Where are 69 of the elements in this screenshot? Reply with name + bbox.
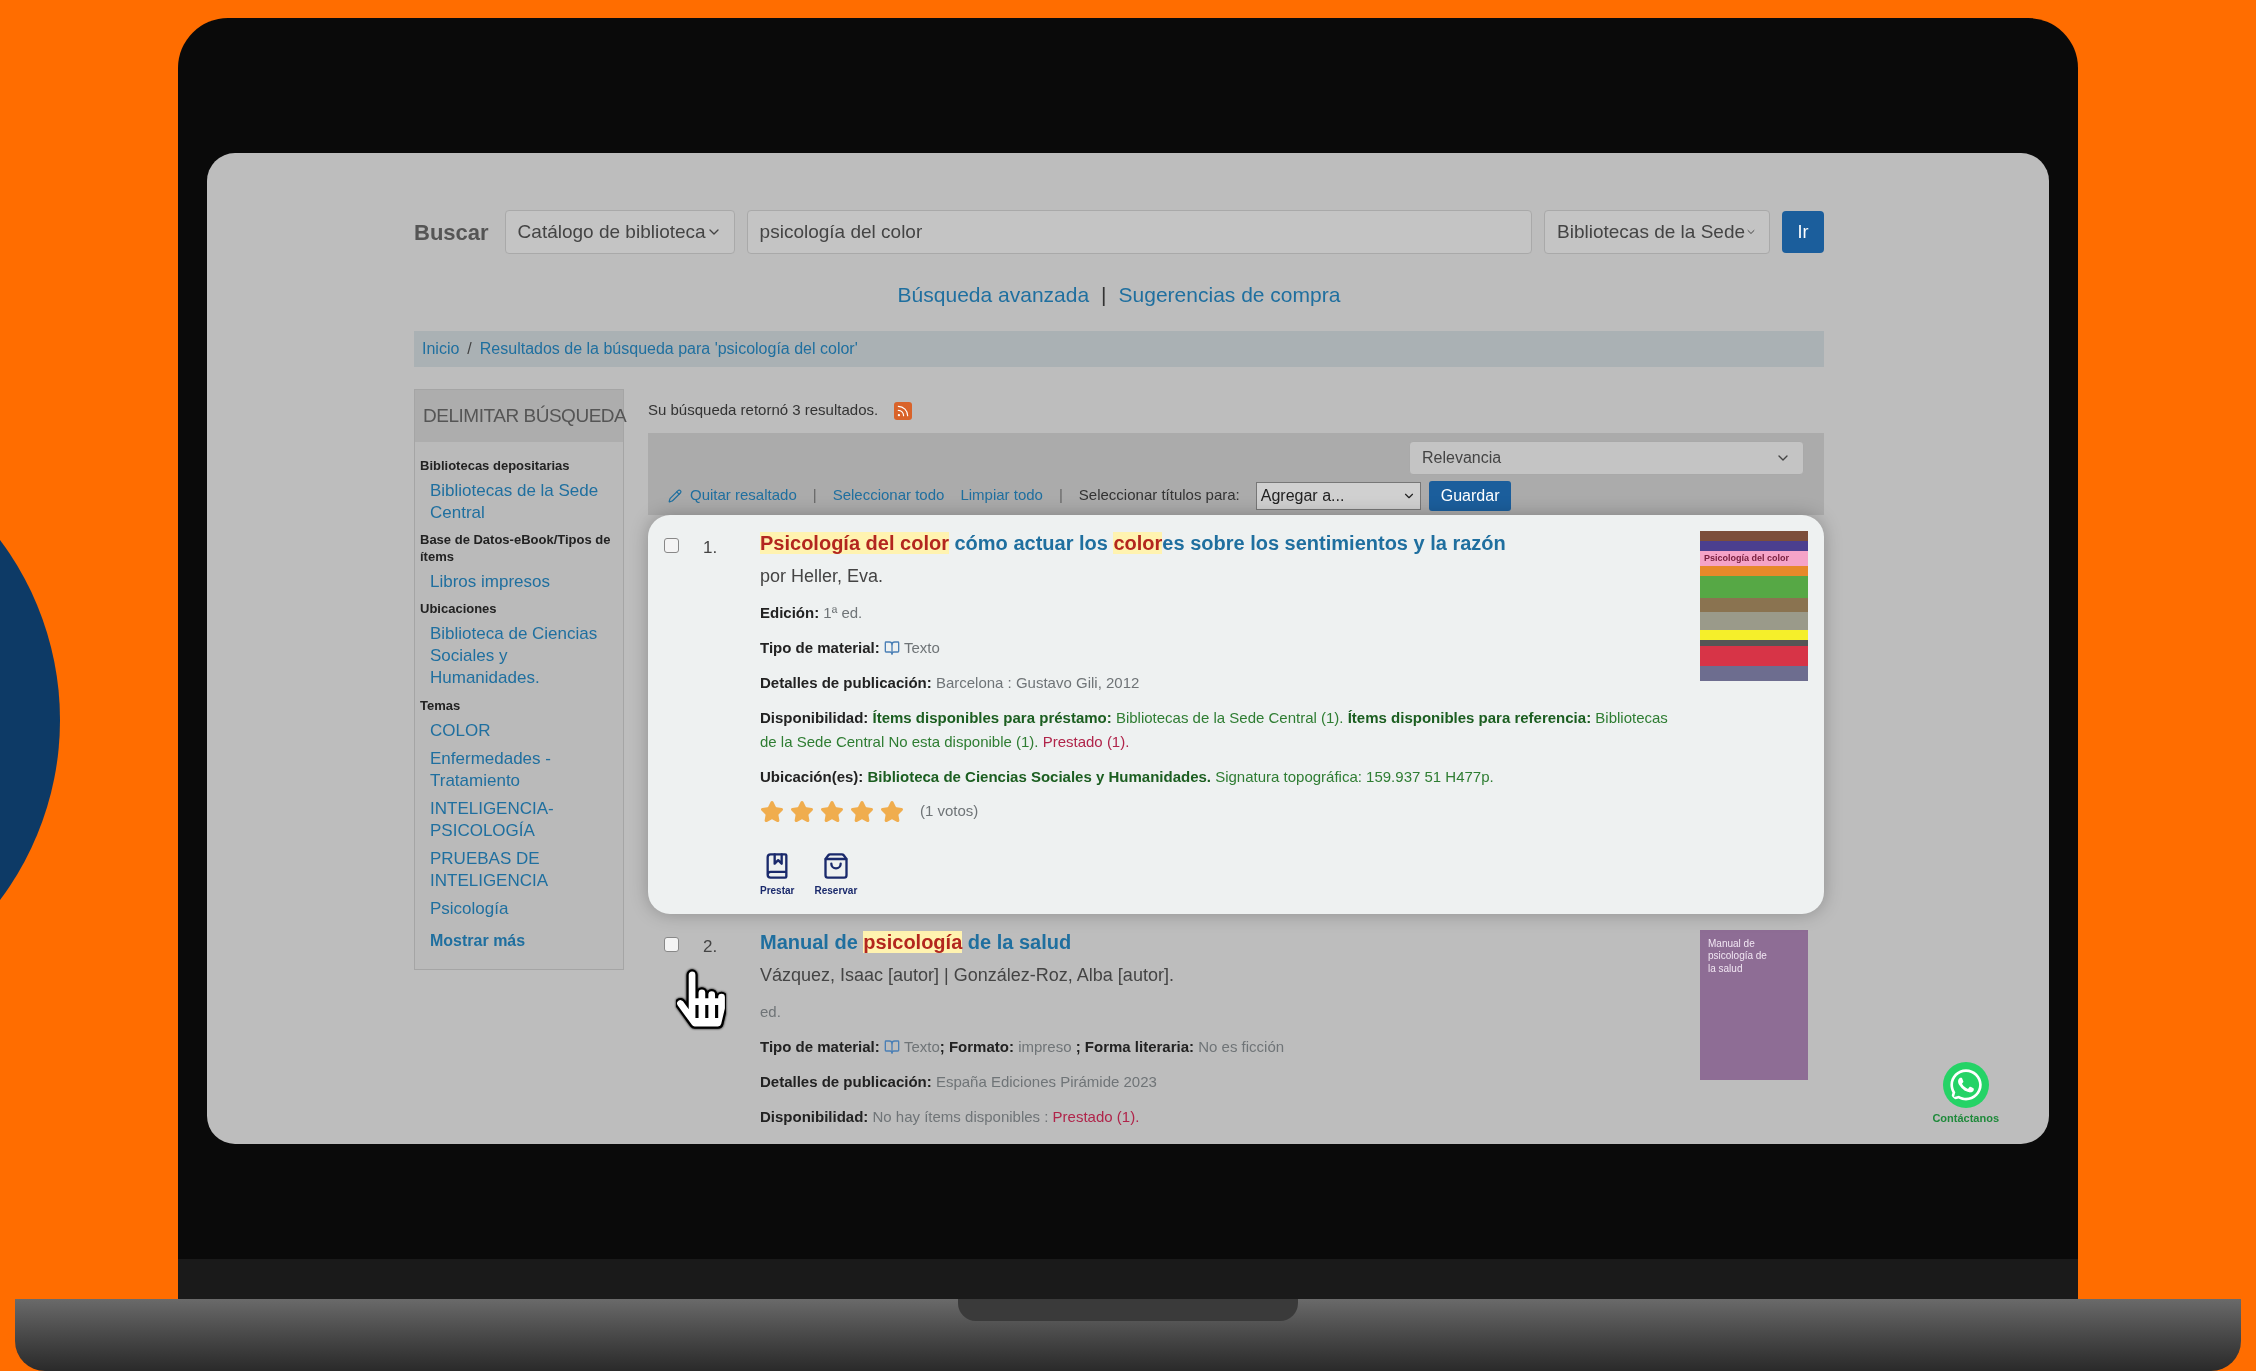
select-titles-label: Seleccionar títulos para: bbox=[1078, 485, 1240, 506]
facet-link[interactable]: PRUEBAS DE INTELIGENCIA bbox=[420, 848, 618, 893]
show-more-link[interactable]: Mostrar más bbox=[420, 928, 618, 953]
pencil-icon bbox=[668, 488, 682, 503]
detail-line: Disponibilidad: No hay ítems disponibles : Prestado (1). bbox=[760, 1106, 1141, 1127]
facet-heading: Bibliotecas depositarias bbox=[420, 458, 571, 475]
facet-link[interactable]: Bibliotecas de la Sede Central bbox=[420, 480, 618, 525]
star-rating[interactable] bbox=[760, 799, 904, 824]
author-text: Vázquez, Isaac [autor] | González-Roz, Alba [autor]. bbox=[760, 963, 1175, 987]
facet-link[interactable]: Enfermedades - Tratamiento bbox=[420, 747, 618, 793]
facet-link[interactable]: INTELIGENCIA-PSICOLOGÍA bbox=[420, 798, 618, 843]
advanced-search-link[interactable]: Búsqueda avanzada bbox=[897, 279, 1090, 311]
results-summary: Su búsqueda retornó 3 resultados. bbox=[648, 400, 879, 421]
clear-all-link[interactable]: Limpiar todo bbox=[960, 484, 1043, 507]
star-icon bbox=[880, 799, 904, 824]
book-icon bbox=[883, 639, 900, 656]
hand-cursor-icon bbox=[676, 968, 726, 1030]
result-number: 2. bbox=[703, 935, 718, 958]
facet-heading: Ubicaciones bbox=[420, 601, 498, 618]
facet-link[interactable]: Libros impresos bbox=[420, 570, 618, 594]
detail-line: Detalles de publicación: Barcelona : Gustavo Gili, 2012 bbox=[760, 672, 1141, 693]
result-number: 1. bbox=[703, 536, 718, 559]
select-all-link[interactable]: Seleccionar todo bbox=[832, 484, 945, 507]
facet-heading: Temas bbox=[420, 697, 462, 714]
save-button[interactable]: Guardar bbox=[1428, 480, 1512, 511]
action-button[interactable]: Prestar bbox=[760, 850, 795, 898]
breadcrumb-link[interactable]: Inicio bbox=[422, 336, 460, 361]
detail-line: ed. bbox=[760, 1001, 782, 1022]
book-cover: Psicología del color bbox=[1700, 530, 1808, 681]
result-checkbox[interactable] bbox=[664, 936, 679, 952]
go-button[interactable]: Ir bbox=[1782, 211, 1824, 253]
detail-line: Edición: 1ª ed. bbox=[760, 602, 864, 623]
star-icon bbox=[850, 799, 874, 824]
separator-text: | bbox=[1058, 485, 1063, 506]
facet-link[interactable]: COLOR bbox=[420, 719, 618, 742]
remove-highlight-link[interactable]: Quitar resaltado bbox=[668, 484, 797, 507]
result-checkbox[interactable] bbox=[664, 537, 679, 553]
action-button[interactable]: Reservar bbox=[814, 850, 858, 898]
search-label: Buscar bbox=[414, 218, 489, 247]
breadcrumb-link[interactable]: Resultados de la búsqueda para 'psicología del color' bbox=[479, 336, 858, 361]
search-field[interactable]: psicología del color bbox=[746, 210, 1532, 254]
result-title-link[interactable]: Psicología del color cómo actuar los colores sobre los sentimientos y la razón bbox=[760, 530, 1684, 556]
separator-text: | bbox=[1101, 282, 1107, 308]
separator-text: | bbox=[812, 485, 817, 506]
sort-select[interactable]: Relevancia bbox=[1409, 440, 1804, 475]
detail-line: Disponibilidad: Ítems disponibles para préstamo: Bibliotecas de la Sede Central (1). Ítems disponibles para referencia: Bibliotecas de la Sede Central No esta disponible (1). Prestado (1). bbox=[760, 707, 1669, 752]
facet-link[interactable]: Psicología bbox=[420, 898, 618, 921]
library-select[interactable]: Bibliotecas de la Sede bbox=[1544, 210, 1770, 254]
author-text: por Heller, Eva. bbox=[760, 564, 885, 588]
purchase-suggestions-link[interactable]: Sugerencias de compra bbox=[1118, 279, 1341, 311]
star-icon bbox=[760, 799, 784, 824]
detail-line: Ubicación(es): Biblioteca de Ciencias Sociales y Humanidades. Signatura topográfica: 159.937 51 H477p. bbox=[760, 766, 1495, 787]
star-icon bbox=[790, 799, 814, 824]
chat-widget-label[interactable]: Contáctanos bbox=[1932, 1109, 1999, 1126]
detail-line: Detalles de publicación: España Ediciones Pirámide 2023 bbox=[760, 1071, 1158, 1092]
facet-heading: Base de Datos-eBook/Tipos de ítems bbox=[420, 532, 612, 565]
detail-line: Tipo de material: Texto bbox=[760, 637, 941, 658]
add-to-select[interactable]: Agregar a... bbox=[1255, 481, 1421, 510]
bag-icon bbox=[821, 850, 850, 881]
book-icon bbox=[883, 1038, 900, 1055]
rss-icon[interactable] bbox=[894, 401, 913, 420]
book-cover: Manual de psicología de la salud bbox=[1700, 929, 1808, 1080]
facet-link[interactable]: Biblioteca de Ciencias Sociales y Humanidades. bbox=[420, 623, 618, 690]
star-icon bbox=[820, 799, 844, 824]
votes-text: (1 votos) bbox=[920, 801, 979, 822]
detail-line: Tipo de material: Texto; Formato: impreso ; Forma literaria: No es ficción bbox=[760, 1036, 1286, 1057]
result-title-link[interactable]: Manual de psicología de la salud bbox=[760, 929, 1684, 955]
breadcrumb-bar: Inicio / Resultados de la búsqueda para 'psicología del color' bbox=[414, 330, 1824, 367]
catalog-select[interactable]: Catálogo de biblioteca bbox=[504, 210, 735, 254]
